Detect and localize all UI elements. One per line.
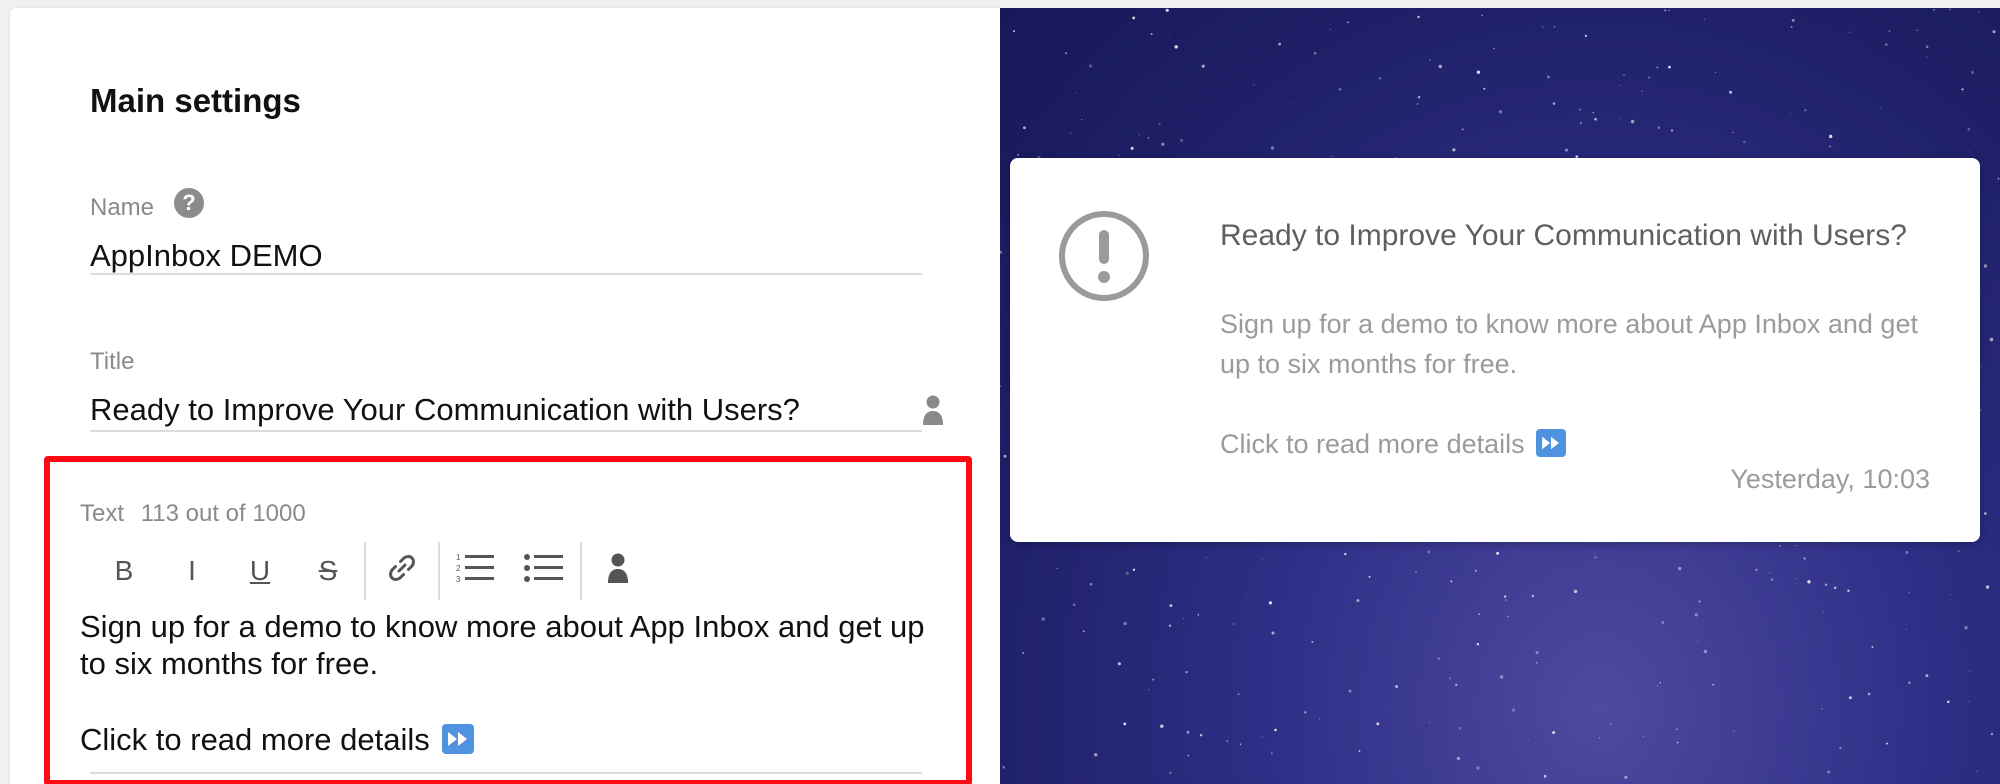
preview-timestamp: Yesterday, 10:03 <box>1730 464 1930 494</box>
fast-forward-emoji-icon <box>442 724 475 754</box>
svg-text:2: 2 <box>456 564 461 573</box>
bold-button[interactable]: B <box>90 543 158 599</box>
editor-toolbar: B I U S 1 2 3 <box>90 540 652 602</box>
strikethrough-label: S <box>318 555 338 586</box>
personalize-button[interactable] <box>584 543 652 599</box>
preview-body-paragraph: Click to read more details <box>1220 424 1940 464</box>
preview-body-paragraph: Sign up for a demo to know more about Ap… <box>1220 309 1918 379</box>
ordered-list-icon: 1 2 3 <box>456 552 496 591</box>
preview-body: Sign up for a demo to know more about Ap… <box>1220 304 1940 464</box>
bold-label: B <box>114 555 134 586</box>
preview-area: Ready to Improve Your Communication with… <box>1000 8 2000 784</box>
text-label-row: Text 113 out of 1000 <box>80 500 316 528</box>
name-input-underline <box>90 273 922 275</box>
link-icon <box>386 552 418 591</box>
preview-notification-card[interactable]: Ready to Improve Your Communication with… <box>1010 158 1980 542</box>
svg-text:3: 3 <box>456 575 461 584</box>
text-label: Text <box>80 500 125 527</box>
question-circle-icon[interactable]: ? <box>174 188 204 218</box>
name-label: Name <box>90 194 155 221</box>
person-icon <box>607 552 629 591</box>
underline-button[interactable]: U <box>226 543 294 599</box>
fast-forward-emoji-icon <box>1536 429 1567 457</box>
preview-body-text: Click to read more details <box>1220 429 1525 459</box>
editor-paragraph: Click to read more details <box>80 721 930 758</box>
italic-button[interactable]: I <box>158 543 226 599</box>
editor-paragraph: Sign up for a demo to know more about Ap… <box>80 609 925 681</box>
name-input[interactable]: AppInbox DEMO <box>90 238 922 274</box>
title-input-underline <box>90 430 922 432</box>
ordered-list-button[interactable]: 1 2 3 <box>442 543 510 599</box>
page: Main settings Name ? AppInbox DEMO Title… <box>0 0 2000 784</box>
strikethrough-button[interactable]: S <box>294 543 362 599</box>
underline-label: U <box>249 555 271 586</box>
exclamation-circle-icon <box>1058 210 1150 307</box>
svg-text:1: 1 <box>456 553 461 562</box>
toolbar-divider <box>364 542 366 600</box>
settings-title: Main settings <box>90 82 301 119</box>
bullet-list-button[interactable] <box>510 543 578 599</box>
toolbar-divider <box>438 542 440 600</box>
title-personalize-person-icon[interactable] <box>922 394 944 431</box>
text-counter: 113 out of 1000 <box>140 500 306 527</box>
text-editor-underline <box>90 772 922 774</box>
editor-paragraph-text: Click to read more details <box>80 722 430 757</box>
link-button[interactable] <box>368 543 436 599</box>
preview-title: Ready to Improve Your Communication with… <box>1220 219 1907 252</box>
italic-label: I <box>188 555 196 586</box>
title-input[interactable]: Ready to Improve Your Communication with… <box>90 392 922 428</box>
bullet-list-icon <box>524 552 564 591</box>
toolbar-divider <box>580 542 582 600</box>
text-editor[interactable]: Sign up for a demo to know more about Ap… <box>80 608 930 758</box>
title-label: Title <box>90 348 135 375</box>
